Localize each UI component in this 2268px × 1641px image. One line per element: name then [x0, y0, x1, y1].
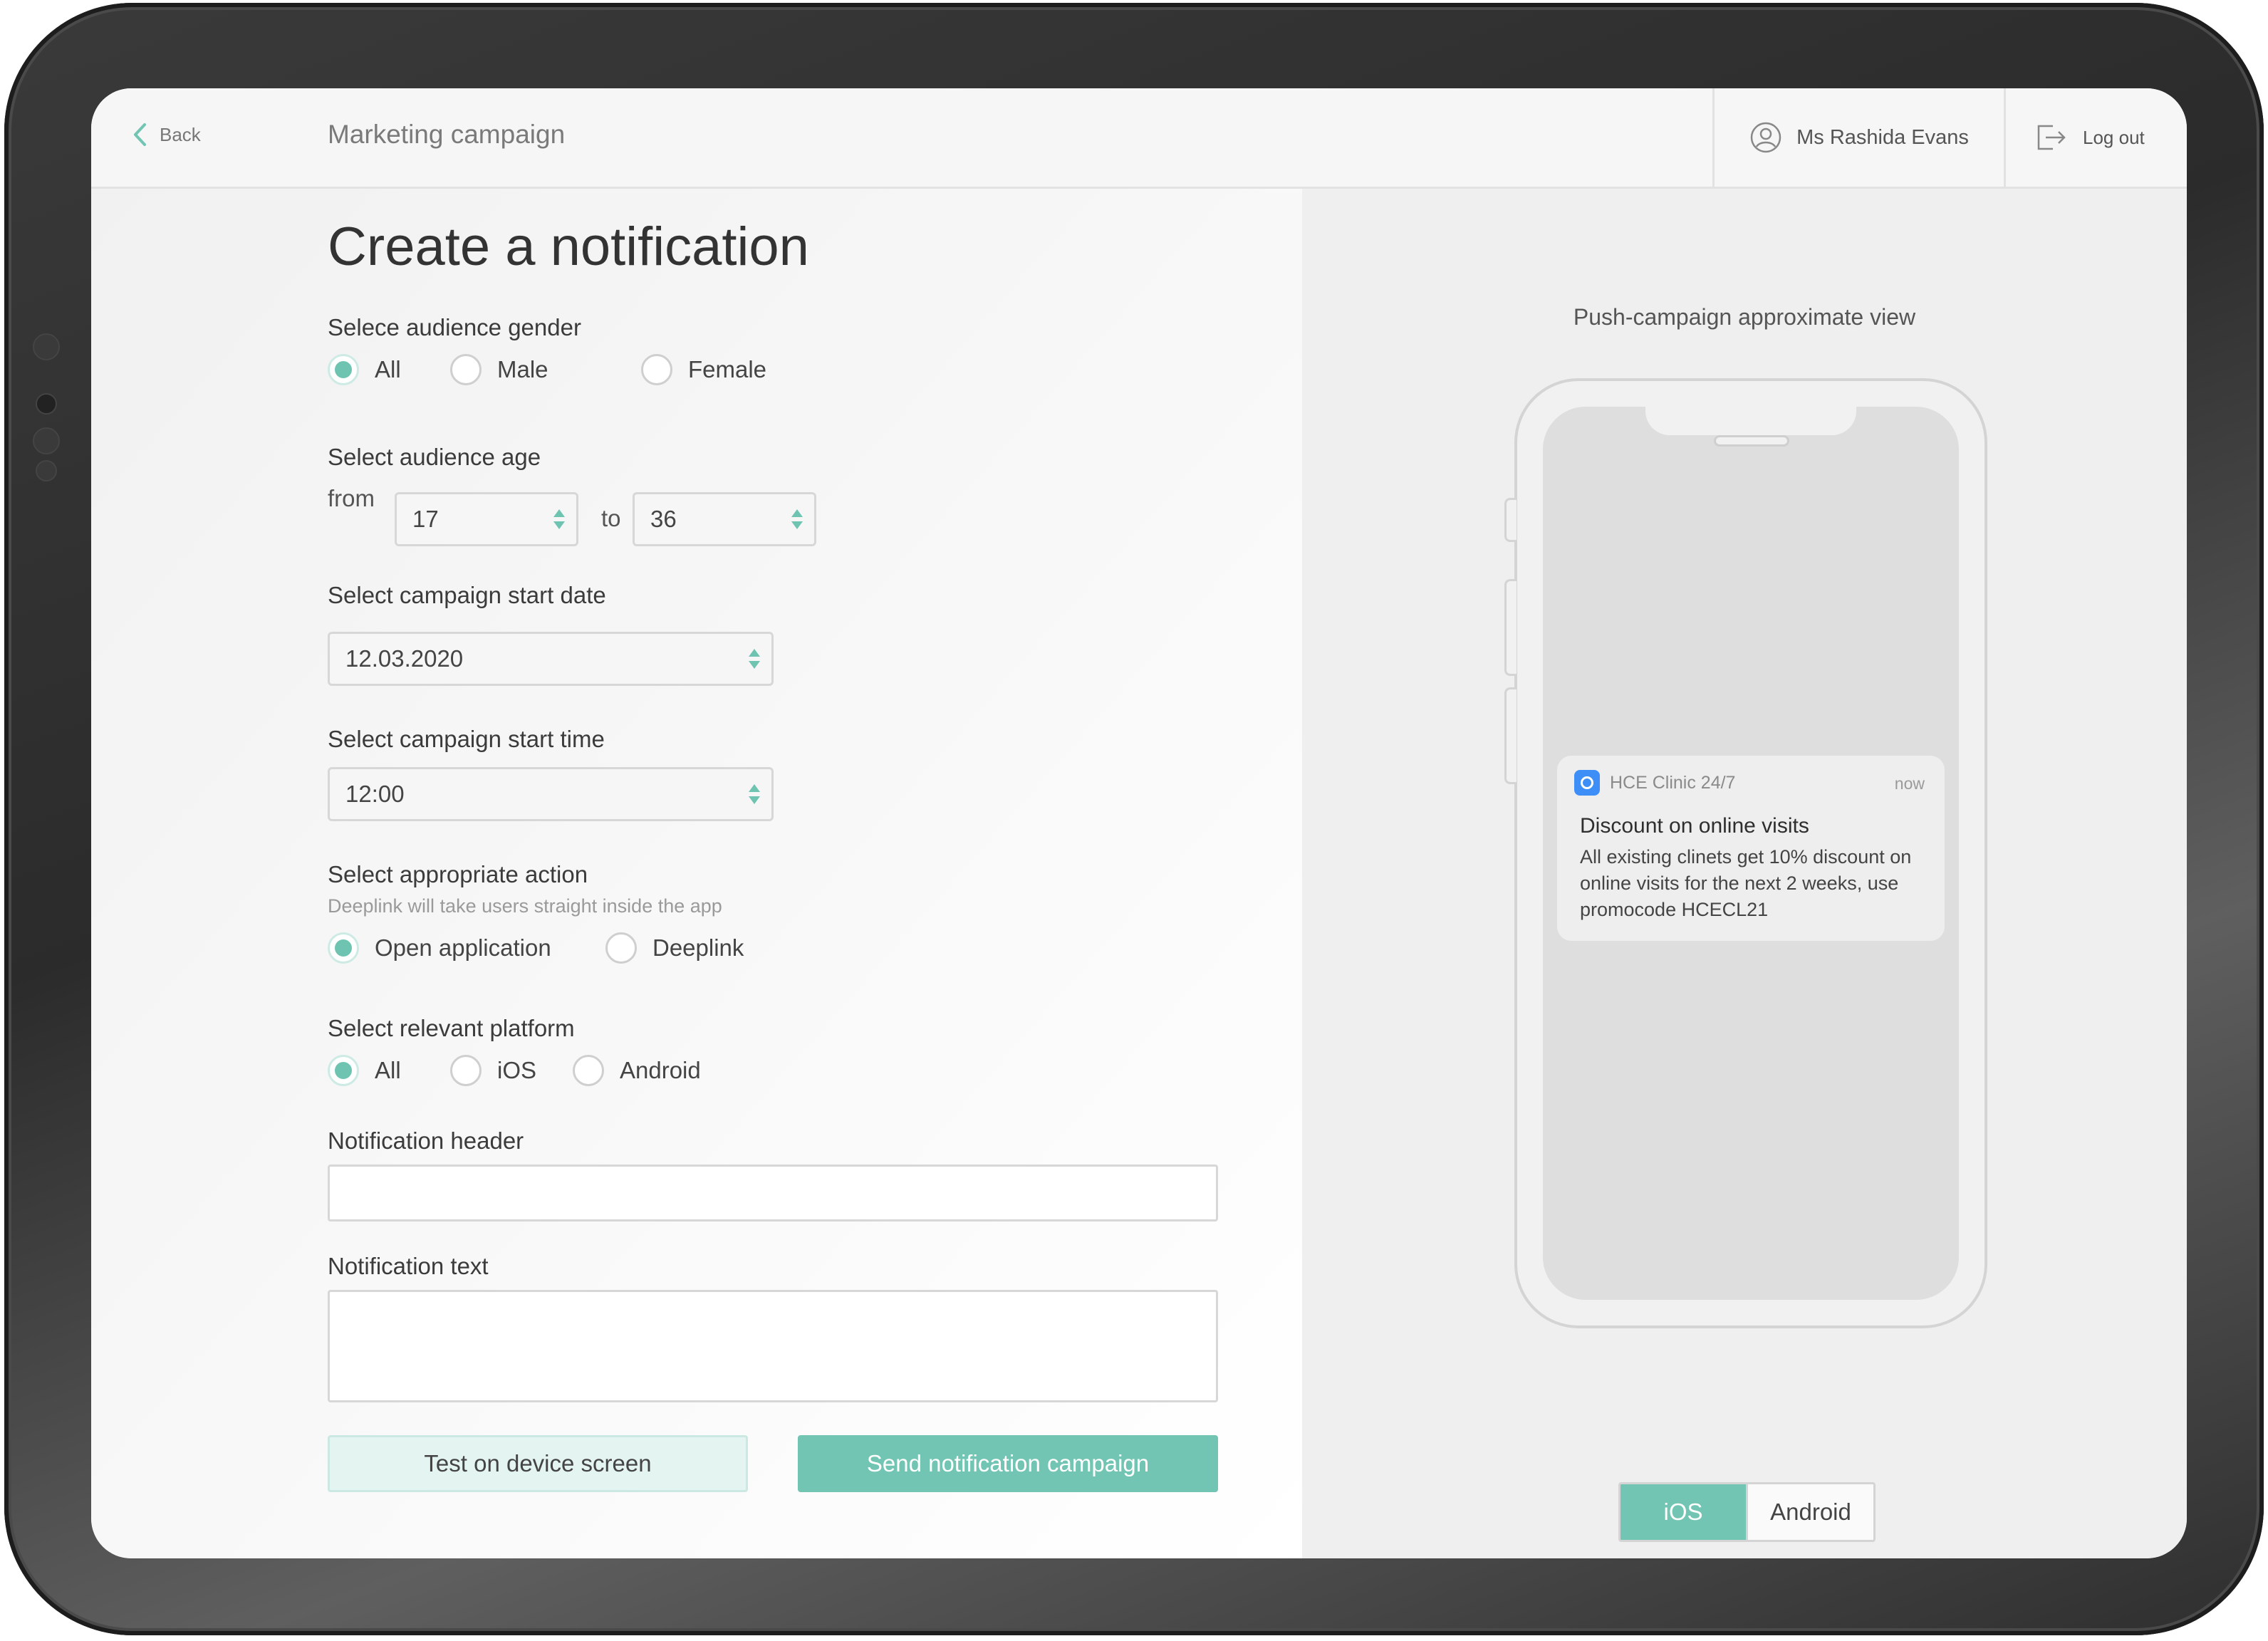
platform-option-android[interactable]: Android	[573, 1055, 701, 1086]
option-label: All	[375, 1057, 401, 1083]
radio-icon	[573, 1055, 604, 1086]
phone-side-button	[1504, 687, 1517, 784]
top-bar: Back Marketing campaign Ms Rashida Evans…	[91, 88, 2187, 189]
radio-icon	[450, 354, 482, 385]
option-label: Male	[497, 356, 548, 382]
send-campaign-button[interactable]: Send notification campaign	[798, 1435, 1218, 1492]
age-from-value: 17	[412, 506, 439, 532]
action-hint: Deeplink will take users straight inside…	[328, 895, 722, 917]
stepper-arrows-icon[interactable]	[749, 646, 760, 672]
gender-option-male[interactable]: Male	[450, 354, 548, 385]
start-time-picker[interactable]: 12:00	[328, 767, 774, 821]
notification-app-name: HCE Clinic 24/7	[1610, 773, 1736, 793]
sensor-dot	[36, 460, 57, 481]
user-avatar-icon	[1750, 122, 1781, 153]
user-name: Ms Rashida Evans	[1796, 125, 1969, 149]
chevron-left-icon	[134, 123, 146, 146]
option-label: Open application	[375, 934, 551, 961]
notification-time: now	[1894, 774, 1925, 793]
front-camera	[36, 393, 57, 415]
app-icon	[1574, 770, 1600, 796]
test-on-device-button[interactable]: Test on device screen	[328, 1435, 748, 1492]
age-to-value: 36	[650, 506, 677, 532]
gender-label: Selece audience gender	[328, 314, 581, 340]
age-label: Select audience age	[328, 444, 541, 470]
action-option-open-app[interactable]: Open application	[328, 932, 551, 964]
start-date-label: Select campaign start date	[328, 582, 606, 608]
age-to-stepper[interactable]: 36	[633, 492, 816, 546]
form-panel: Create a notification Selece audience ge…	[91, 189, 1302, 1558]
back-label: Back	[160, 123, 201, 145]
platform-label: Select relevant platform	[328, 1015, 575, 1041]
platform-option-ios[interactable]: iOS	[450, 1055, 536, 1086]
age-from-stepper[interactable]: 17	[395, 492, 578, 546]
toggle-ios[interactable]: iOS	[1621, 1484, 1746, 1540]
age-to-label: to	[601, 505, 621, 531]
start-date-picker[interactable]: 12.03.2020	[328, 632, 774, 686]
notification-header-input[interactable]	[328, 1165, 1218, 1221]
page-title: Marketing campaign	[328, 120, 566, 149]
preview-panel: Push-campaign approximate view HCE Clini…	[1302, 189, 2187, 1558]
stepper-arrows-icon[interactable]	[553, 506, 565, 532]
phone-speaker	[1714, 435, 1789, 447]
radio-selected-icon	[328, 354, 359, 385]
phone-side-button	[1504, 579, 1517, 676]
notification-text-label: Notification text	[328, 1253, 489, 1279]
option-label: All	[375, 356, 401, 382]
action-option-deeplink[interactable]: Deeplink	[605, 932, 744, 964]
phone-screen: HCE Clinic 24/7 now Discount on online v…	[1543, 407, 1959, 1300]
start-date-value: 12.03.2020	[345, 645, 464, 672]
phone-notch	[1645, 407, 1856, 435]
radio-selected-icon	[328, 1055, 359, 1086]
start-time-value: 12:00	[345, 781, 405, 807]
platform-option-all[interactable]: All	[328, 1055, 401, 1086]
notification-header-label: Notification header	[328, 1127, 524, 1154]
option-label: Female	[688, 356, 767, 382]
sensor-dot	[33, 333, 60, 360]
form-title: Create a notification	[328, 217, 809, 277]
notification-body: All existing clinets get 10% discount on…	[1580, 846, 1912, 920]
action-label: Select appropriate action	[328, 861, 588, 887]
phone-mockup: HCE Clinic 24/7 now Discount on online v…	[1504, 378, 1987, 1328]
radio-icon	[605, 932, 637, 964]
logout-button[interactable]: Log out	[2036, 88, 2145, 187]
option-label: Android	[620, 1057, 701, 1083]
app-screen: Back Marketing campaign Ms Rashida Evans…	[91, 88, 2187, 1558]
sensor-dot	[33, 427, 60, 454]
notification-text-input[interactable]	[328, 1290, 1218, 1402]
push-notification-preview: HCE Clinic 24/7 now Discount on online v…	[1557, 756, 1945, 941]
start-time-label: Select campaign start time	[328, 726, 605, 752]
notification-title: Discount on online visits	[1580, 814, 1809, 838]
user-profile[interactable]: Ms Rashida Evans	[1712, 88, 2006, 187]
back-button[interactable]: Back	[132, 123, 201, 147]
platform-preview-toggle: iOS Android	[1618, 1482, 1876, 1542]
gender-option-all[interactable]: All	[328, 354, 401, 385]
gender-option-female[interactable]: Female	[641, 354, 766, 385]
option-label: Deeplink	[652, 934, 744, 961]
radio-selected-icon	[328, 932, 359, 964]
radio-icon	[641, 354, 672, 385]
preview-title: Push-campaign approximate view	[1573, 304, 1916, 330]
logout-label: Log out	[2083, 126, 2145, 148]
stepper-arrows-icon[interactable]	[791, 506, 803, 532]
phone-side-button	[1504, 498, 1517, 542]
toggle-android[interactable]: Android	[1746, 1484, 1873, 1540]
radio-icon	[450, 1055, 482, 1086]
tablet-frame: Back Marketing campaign Ms Rashida Evans…	[4, 3, 2264, 1635]
logout-icon	[2037, 125, 2066, 150]
stepper-arrows-icon[interactable]	[749, 781, 760, 807]
age-from-label: from	[328, 485, 375, 511]
option-label: iOS	[497, 1057, 537, 1083]
